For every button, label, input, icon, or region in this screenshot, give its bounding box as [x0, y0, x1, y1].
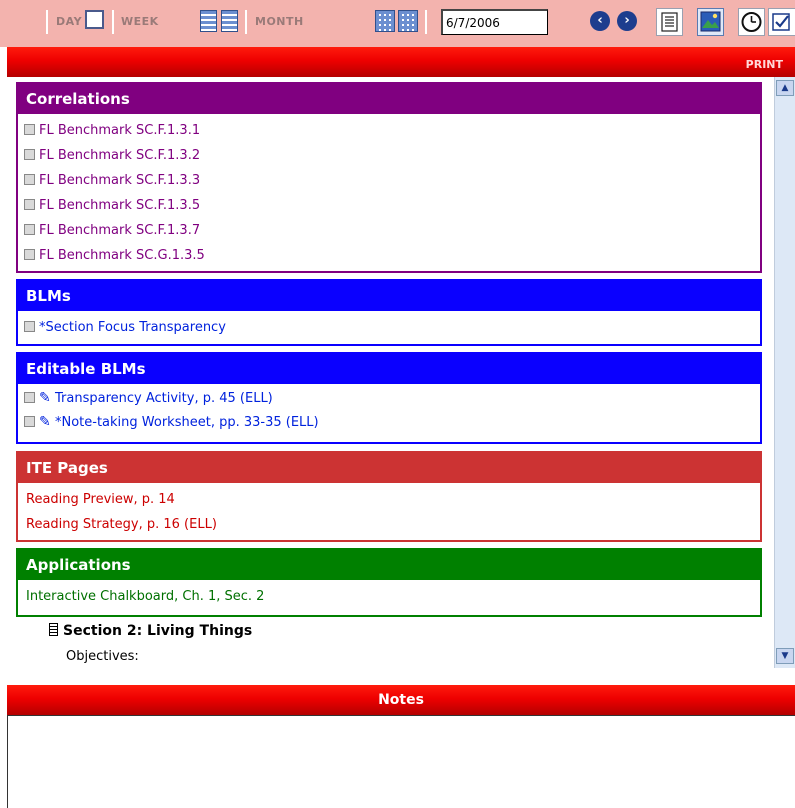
item-label[interactable]: FL Benchmark SC.G.1.3.5	[39, 248, 205, 263]
checkbox[interactable]	[24, 149, 35, 160]
checkbox[interactable]	[24, 249, 35, 260]
month-view-icon[interactable]	[375, 10, 395, 32]
list-item[interactable]: Reading Preview, p. 14	[26, 487, 754, 512]
editable-blms-header: Editable BLMs	[18, 354, 760, 384]
scroll-up-arrow-icon[interactable]: ▲	[776, 80, 794, 96]
toolbar-separator	[46, 10, 48, 34]
editable-blms-panel: Editable BLMs ✎ Transparency Activity, p.…	[16, 352, 762, 444]
list-item[interactable]: FL Benchmark SC.F.1.3.3	[24, 168, 754, 193]
day-label: DAY	[56, 15, 83, 28]
notes-textarea[interactable]	[7, 715, 795, 808]
image-view-button[interactable]	[697, 8, 724, 36]
section-heading[interactable]: Section 2: Living Things	[49, 623, 252, 639]
item-label[interactable]: FL Benchmark SC.F.1.3.2	[39, 148, 200, 163]
week-view-icon[interactable]	[200, 10, 217, 32]
date-input[interactable]	[441, 9, 548, 35]
item-label[interactable]: Transparency Activity, p. 45 (ELL)	[55, 391, 273, 406]
item-label[interactable]: FL Benchmark SC.F.1.3.5	[39, 198, 200, 213]
notes-bar: Notes	[7, 685, 795, 715]
item-label[interactable]: FL Benchmark SC.F.1.3.7	[39, 223, 200, 238]
applications-panel: Applications Interactive Chalkboard, Ch.…	[16, 548, 762, 617]
toolbar-separator	[112, 10, 114, 34]
ite-pages-header: ITE Pages	[18, 453, 760, 483]
list-item[interactable]: FL Benchmark SC.F.1.3.2	[24, 143, 754, 168]
checkbox[interactable]	[24, 224, 35, 235]
month-label: MONTH	[255, 15, 304, 28]
list-item[interactable]: *Section Focus Transparency	[24, 315, 754, 340]
clock-icon	[741, 12, 762, 32]
day-view-icon[interactable]	[85, 10, 104, 29]
scroll-down-arrow-icon[interactable]: ▼	[776, 648, 794, 664]
month-view-alt-icon[interactable]	[398, 10, 418, 32]
list-item[interactable]: ✎ Transparency Activity, p. 45 (ELL)	[24, 386, 754, 410]
checkbox[interactable]	[24, 174, 35, 185]
document-icon	[49, 623, 58, 636]
correlations-panel: Correlations FL Benchmark SC.F.1.3.1 FL …	[16, 82, 762, 273]
chevron-right-icon: ›	[624, 13, 630, 28]
pencil-icon[interactable]: ✎	[39, 386, 53, 410]
objectives-label: Objectives:	[66, 649, 139, 664]
chevron-left-icon: ‹	[597, 13, 603, 28]
item-label[interactable]: *Section Focus Transparency	[39, 320, 226, 335]
previous-date-button[interactable]: ‹	[590, 11, 610, 31]
picture-icon	[700, 11, 721, 32]
week-label: WEEK	[121, 15, 159, 28]
blms-panel: BLMs *Section Focus Transparency	[16, 279, 762, 346]
applications-list: Interactive Chalkboard, Ch. 1, Sec. 2	[18, 580, 760, 613]
ite-pages-list: Reading Preview, p. 14 Reading Strategy,…	[18, 483, 760, 541]
list-item[interactable]: FL Benchmark SC.G.1.3.5	[24, 243, 754, 268]
checkbox[interactable]	[24, 321, 35, 332]
clock-view-button[interactable]	[738, 8, 765, 36]
print-link[interactable]: PRINT	[746, 58, 783, 71]
checkbox[interactable]	[24, 199, 35, 210]
checkbox[interactable]	[24, 416, 35, 427]
document-list-icon	[661, 12, 678, 32]
toolbar-separator	[425, 10, 427, 34]
list-item[interactable]: ✎ *Note-taking Worksheet, pp. 33-35 (ELL)	[24, 410, 754, 434]
content-area: Correlations FL Benchmark SC.F.1.3.1 FL …	[7, 77, 795, 668]
pencil-icon[interactable]: ✎	[39, 410, 53, 434]
list-item[interactable]: Interactive Chalkboard, Ch. 1, Sec. 2	[26, 584, 754, 609]
notes-title: Notes	[378, 692, 424, 708]
list-item[interactable]: FL Benchmark SC.F.1.3.5	[24, 193, 754, 218]
print-bar: PRINT	[7, 47, 795, 77]
correlations-list: FL Benchmark SC.F.1.3.1 FL Benchmark SC.…	[18, 114, 760, 272]
blms-list: *Section Focus Transparency	[18, 311, 760, 344]
applications-header: Applications	[18, 550, 760, 580]
ite-pages-panel: ITE Pages Reading Preview, p. 14 Reading…	[16, 451, 762, 542]
checkbox[interactable]	[24, 124, 35, 135]
checkbox[interactable]	[24, 392, 35, 403]
week-view-alt-icon[interactable]	[221, 10, 238, 32]
list-item[interactable]: FL Benchmark SC.F.1.3.7	[24, 218, 754, 243]
list-view-button[interactable]	[656, 8, 683, 36]
list-item[interactable]: Reading Strategy, p. 16 (ELL)	[26, 512, 754, 537]
checklist-icon	[772, 13, 790, 31]
item-label[interactable]: *Note-taking Worksheet, pp. 33-35 (ELL)	[55, 415, 319, 430]
section-title-text: Section 2: Living Things	[63, 623, 253, 639]
blms-header: BLMs	[18, 281, 760, 311]
editable-blms-list: ✎ Transparency Activity, p. 45 (ELL) ✎ *No…	[18, 384, 760, 438]
list-item[interactable]: FL Benchmark SC.F.1.3.1	[24, 118, 754, 143]
next-date-button[interactable]: ›	[617, 11, 637, 31]
toolbar: DAY WEEK MONTH ‹ ›	[0, 0, 795, 47]
vertical-scrollbar[interactable]: ▲ ▼	[774, 77, 795, 668]
item-label[interactable]: FL Benchmark SC.F.1.3.1	[39, 123, 200, 138]
correlations-header: Correlations	[18, 84, 760, 114]
item-label[interactable]: FL Benchmark SC.F.1.3.3	[39, 173, 200, 188]
toolbar-separator	[245, 10, 247, 34]
checklist-view-button[interactable]	[768, 8, 795, 36]
